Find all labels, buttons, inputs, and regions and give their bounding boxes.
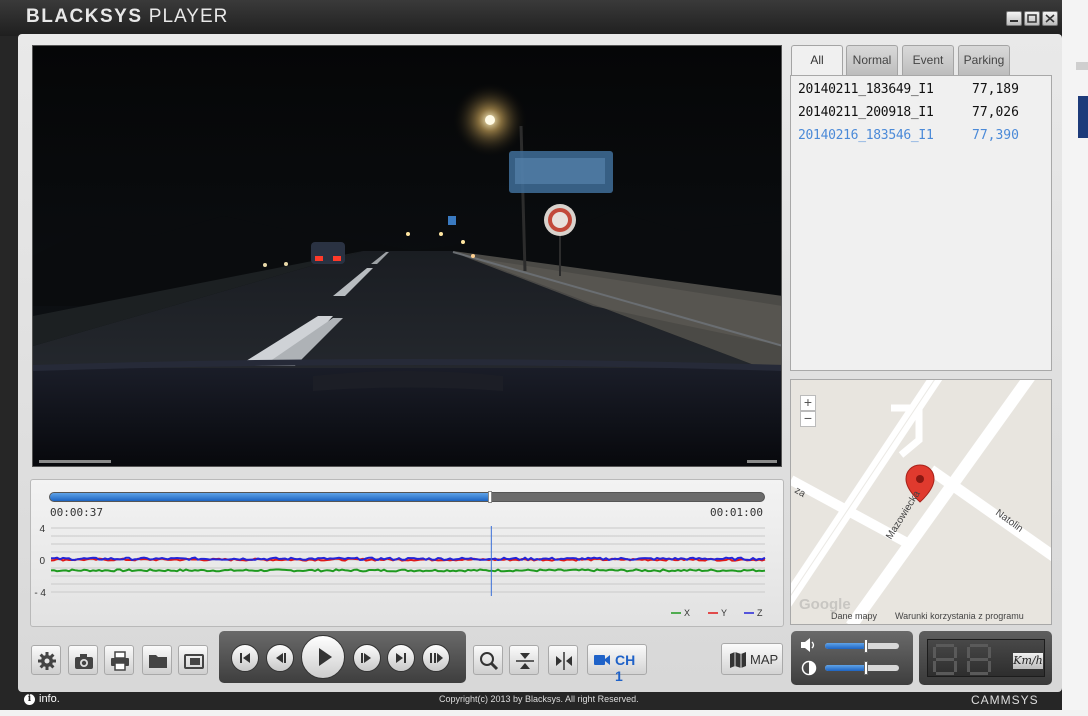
tab-normal[interactable]: Normal xyxy=(846,45,898,75)
play-icon xyxy=(319,648,332,666)
map-view[interactable]: Mazowiecka Natolin za + − Google Dane ma… xyxy=(790,379,1052,625)
open-folder-button[interactable] xyxy=(142,645,172,675)
seek-bar[interactable] xyxy=(49,491,765,503)
tab-parking[interactable]: Parking xyxy=(958,45,1010,75)
export-icon xyxy=(184,654,204,669)
map-zoom-out-button[interactable]: − xyxy=(800,411,816,427)
main-panel: 00:00:37 00:01:00 4 0 - 4 X Y Z All Norm… xyxy=(18,34,1062,692)
printer-icon xyxy=(111,651,129,671)
print-button[interactable] xyxy=(104,645,134,675)
dashcam-video-frame xyxy=(33,46,781,466)
channel-label: CH 1 xyxy=(615,652,636,684)
timeline-panel: 00:00:37 00:01:00 4 0 - 4 X Y Z xyxy=(30,479,784,627)
file-name: 20140216_183546_I1 xyxy=(798,128,934,143)
info-label[interactable]: info. xyxy=(39,693,60,705)
close-button[interactable] xyxy=(1042,11,1058,26)
file-name: 20140211_200918_I1 xyxy=(798,105,934,120)
status-bar: i info. Copyright(c) 2013 by Blacksys. A… xyxy=(18,692,1062,708)
file-size: 77,390 xyxy=(972,128,1019,143)
map-zoom-in-button[interactable]: + xyxy=(800,395,816,411)
brightness-icon xyxy=(801,660,817,676)
desktop-bottom-strip xyxy=(0,710,1088,716)
maximize-button[interactable] xyxy=(1024,11,1040,26)
video-camera-icon xyxy=(594,655,610,665)
close-icon xyxy=(1045,14,1055,23)
snapshot-button[interactable] xyxy=(68,645,98,675)
y-tick-0: 0 xyxy=(39,556,45,567)
file-size: 77,189 xyxy=(972,82,1019,97)
audio-brightness-panel xyxy=(791,631,913,685)
skip-previous-button[interactable] xyxy=(231,644,259,672)
gsensor-legend: X Y Z xyxy=(671,608,763,618)
flip-horizontal-button[interactable] xyxy=(548,645,578,675)
step-forward-icon xyxy=(361,653,371,663)
speed-display: Km/h xyxy=(927,639,1045,677)
series-x-line xyxy=(50,568,766,573)
y-tick-4: 4 xyxy=(39,524,45,535)
map-button-label: MAP xyxy=(750,652,779,667)
camera-icon xyxy=(75,654,93,669)
play-button[interactable] xyxy=(301,635,345,679)
file-name: 20140211_183649_I1 xyxy=(798,82,934,97)
step-forward-button[interactable] xyxy=(353,644,381,672)
flip-horizontal-icon xyxy=(556,652,572,670)
map-toggle-button[interactable]: MAP xyxy=(721,643,783,675)
minimize-icon xyxy=(1010,20,1018,22)
step-back-icon xyxy=(276,653,286,663)
speaker-icon xyxy=(801,638,815,652)
brightness-level xyxy=(825,665,866,671)
speed-unit: Km/h xyxy=(1013,653,1043,669)
volume-level xyxy=(825,643,866,649)
minimize-button[interactable] xyxy=(1006,11,1022,26)
seek-progress xyxy=(50,493,491,501)
map-icon xyxy=(730,652,746,668)
title-bar[interactable]: BLACKSYS PLAYER xyxy=(0,0,1062,36)
copyright-text: Copyright(c) 2013 by Blacksys. All right… xyxy=(439,694,639,704)
app-title: BLACKSYS PLAYER xyxy=(26,6,229,27)
info-icon[interactable]: i xyxy=(24,694,35,705)
export-button[interactable] xyxy=(178,645,208,675)
magnifier-icon xyxy=(480,652,499,671)
blacksys-player-window: BLACKSYS PLAYER 00:00:37 00:01:00 4 0 - … xyxy=(0,0,1088,716)
gsensor-graph[interactable]: 4 0 - 4 X Y Z xyxy=(33,524,777,624)
speed-digits-icon xyxy=(933,644,991,675)
file-list[interactable]: 20140211_183649_I1 77,189 20140211_20091… xyxy=(790,75,1052,371)
map-canvas: Mazowiecka Natolin za xyxy=(791,380,1051,624)
seek-handle[interactable] xyxy=(488,491,493,503)
channel-button[interactable]: CH 1 xyxy=(587,644,647,684)
transport-controls xyxy=(219,631,466,683)
map-terms-link[interactable]: Warunki korzystania z programu xyxy=(895,611,1024,621)
maximize-icon xyxy=(1027,14,1037,23)
zoom-button[interactable] xyxy=(473,645,503,675)
video-view[interactable] xyxy=(32,45,782,467)
skip-previous-icon xyxy=(240,653,250,663)
gear-icon xyxy=(38,652,56,670)
legend-z: Z xyxy=(757,608,763,618)
brand-logo: CAMMSYS xyxy=(971,693,1039,707)
skip-next-button[interactable] xyxy=(387,644,415,672)
tab-all[interactable]: All xyxy=(791,45,843,76)
tab-event[interactable]: Event xyxy=(902,45,954,75)
pause-button[interactable] xyxy=(422,644,450,672)
folder-icon xyxy=(149,655,167,668)
brightness-handle[interactable] xyxy=(863,661,868,675)
legend-x: X xyxy=(684,608,690,618)
pause-icon xyxy=(430,653,443,663)
volume-slider[interactable] xyxy=(825,639,899,653)
settings-button[interactable] xyxy=(31,645,61,675)
skip-next-icon xyxy=(396,653,406,663)
volume-handle[interactable] xyxy=(863,639,868,653)
desktop-background xyxy=(1062,0,1088,716)
step-back-button[interactable] xyxy=(266,644,294,672)
map-data-attribution[interactable]: Dane mapy xyxy=(831,611,877,621)
flip-vertical-button[interactable] xyxy=(509,645,539,675)
y-tick-neg4: - 4 xyxy=(34,588,46,599)
brightness-slider[interactable] xyxy=(825,661,899,675)
flip-vertical-icon xyxy=(516,653,534,669)
file-size: 77,026 xyxy=(972,105,1019,120)
current-time: 00:00:37 xyxy=(50,506,103,519)
end-time: 00:01:00 xyxy=(710,506,763,519)
speedometer-panel: Km/h xyxy=(919,631,1052,685)
legend-y: Y xyxy=(721,608,727,618)
